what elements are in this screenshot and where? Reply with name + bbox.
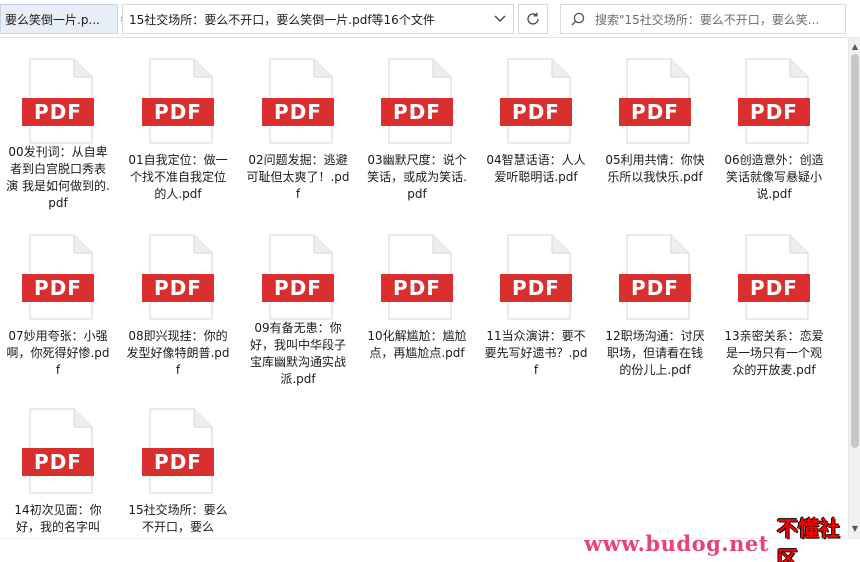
pdf-file-icon: PDF xyxy=(381,234,453,320)
file-item[interactable]: PDF 00发刊词：从自卑者到白宫脱口秀表演 我是如何做到的.pdf xyxy=(6,40,110,212)
address-path: 15社交场所：要么不开口，要么笑倒一片.pdf等16个文件 xyxy=(129,12,435,27)
pdf-badge: PDF xyxy=(381,274,453,302)
file-name: 10化解尴尬：尴尬点，再尴尬点.pdf xyxy=(367,329,467,360)
pdf-file-icon: PDF xyxy=(142,408,214,494)
search-box[interactable]: 搜索"15社交场所：要么不开口，要么笑... xyxy=(560,4,846,34)
file-name: 14初次见面：你好，我的名字叫 xyxy=(14,503,102,534)
pdf-badge: PDF xyxy=(500,274,572,302)
pdf-file-icon: PDF xyxy=(738,58,810,144)
pdf-file-icon: PDF xyxy=(262,234,334,320)
file-name: 15社交场所：要么不开口，要么 xyxy=(128,503,228,534)
pdf-file-icon: PDF xyxy=(500,234,572,320)
pdf-badge: PDF xyxy=(738,274,810,302)
file-name: 05利用共情：你快乐所以我快乐.pdf xyxy=(605,153,705,184)
file-item[interactable]: PDF 10化解尴尬：尴尬点，再尴尬点.pdf xyxy=(365,216,469,388)
pdf-badge: PDF xyxy=(142,98,214,126)
search-placeholder: 搜索"15社交场所：要么不开口，要么笑... xyxy=(595,12,820,27)
vertical-scrollbar[interactable]: ▲ ▼ xyxy=(848,38,860,538)
window-tab-title: 要么笑倒一片.p... xyxy=(5,12,100,27)
address-dropdown-icon[interactable] xyxy=(486,5,513,33)
file-item[interactable]: PDF 09有备无患：你好，我叫中华段子宝库幽默沟通实战派.pdf xyxy=(246,216,350,388)
pdf-file-icon: PDF xyxy=(22,58,94,144)
watermark-name: 不懂社区 xyxy=(776,517,840,562)
pdf-file-icon: PDF xyxy=(142,58,214,144)
refresh-icon xyxy=(527,12,539,25)
file-item[interactable]: PDF 12职场沟通：讨厌职场，但请看在钱的份儿上.pdf xyxy=(603,216,707,388)
pdf-badge: PDF xyxy=(22,274,94,302)
file-name: 02问题发掘：逃避可耻但太爽了！.pdf xyxy=(246,153,350,201)
file-item[interactable]: PDF 03幽默尺度：说个笑话，或成为笑话.pdf xyxy=(365,40,469,212)
file-name: 06创造意外：创造笑话就像写悬疑小说.pdf xyxy=(724,153,824,201)
file-name: 01自我定位：做一个找不准自我定位的人.pdf xyxy=(128,153,228,201)
file-name: 07妙用夸张：小强啊，你死得好惨.pdf xyxy=(6,329,110,377)
pdf-badge: PDF xyxy=(738,98,810,126)
file-grid: PDF 00发刊词：从自卑者到白宫脱口秀表演 我是如何做到的.pdf PDF 01自我… xyxy=(0,38,848,538)
pdf-file-icon: PDF xyxy=(619,234,691,320)
file-item[interactable]: PDF 04智慧话语：人人爱听聪明话.pdf xyxy=(484,40,588,212)
file-item[interactable]: PDF 01自我定位：做一个找不准自我定位的人.pdf xyxy=(126,40,230,212)
address-bar[interactable]: 15社交场所：要么不开口，要么笑倒一片.pdf等16个文件 xyxy=(122,4,514,34)
file-item[interactable]: PDF 13亲密关系：恋爱是一场只有一个观众的开放麦.pdf xyxy=(722,216,826,388)
pdf-badge: PDF xyxy=(500,98,572,126)
pdf-file-icon: PDF xyxy=(22,408,94,494)
pdf-badge: PDF xyxy=(619,98,691,126)
file-item[interactable]: PDF 08即兴现挂：你的发型好像特朗普.pdf xyxy=(126,216,230,388)
file-name: 12职场沟通：讨厌职场，但请看在钱的份儿上.pdf xyxy=(605,329,705,377)
file-item[interactable]: PDF 15社交场所：要么不开口，要么 xyxy=(126,390,230,538)
pdf-badge: PDF xyxy=(22,448,94,476)
scroll-up-icon[interactable]: ▲ xyxy=(850,40,860,52)
site-watermark: www.budog.net 不懂社区 xyxy=(584,517,856,562)
pdf-badge: PDF xyxy=(142,448,214,476)
file-item[interactable]: PDF 14初次见面：你好，我的名字叫 xyxy=(6,390,110,538)
pdf-badge: PDF xyxy=(262,274,334,302)
file-name: 08即兴现挂：你的发型好像特朗普.pdf xyxy=(126,329,230,377)
pdf-file-icon: PDF xyxy=(142,234,214,320)
pdf-badge: PDF xyxy=(22,98,94,126)
pdf-file-icon: PDF xyxy=(500,58,572,144)
pdf-file-icon: PDF xyxy=(381,58,453,144)
pdf-file-icon: PDF xyxy=(738,234,810,320)
file-view[interactable]: PDF 00发刊词：从自卑者到白宫脱口秀表演 我是如何做到的.pdf PDF 01自我… xyxy=(0,38,848,538)
file-item[interactable]: PDF 06创造意外：创造笑话就像写悬疑小说.pdf xyxy=(722,40,826,212)
file-name: 00发刊词：从自卑者到白宫脱口秀表演 我是如何做到的.pdf xyxy=(6,145,110,210)
scroll-thumb[interactable] xyxy=(851,54,859,448)
file-item[interactable]: PDF 11当众演讲：要不要先写好遗书？.pdf xyxy=(484,216,588,388)
pdf-badge: PDF xyxy=(381,98,453,126)
title-bar: 要么笑倒一片.p... › 15社交场所：要么不开口，要么笑倒一片.pdf等16… xyxy=(0,0,860,38)
file-name: 04智慧话语：人人爱听聪明话.pdf xyxy=(486,153,586,184)
file-item[interactable]: PDF 02问题发掘：逃避可耻但太爽了！.pdf xyxy=(246,40,350,212)
pdf-badge: PDF xyxy=(619,274,691,302)
refresh-button[interactable] xyxy=(518,4,548,34)
file-item[interactable]: PDF 05利用共情：你快乐所以我快乐.pdf xyxy=(603,40,707,212)
watermark-url: www.budog.net xyxy=(584,530,769,556)
file-name: 03幽默尺度：说个笑话，或成为笑话.pdf xyxy=(367,153,467,201)
file-name: 09有备无患：你好，我叫中华段子宝库幽默沟通实战派.pdf xyxy=(249,321,346,386)
pdf-file-icon: PDF xyxy=(619,58,691,144)
pdf-file-icon: PDF xyxy=(22,234,94,320)
file-item[interactable]: PDF 07妙用夸张：小强啊，你死得好惨.pdf xyxy=(6,216,110,388)
pdf-badge: PDF xyxy=(262,98,334,126)
file-name: 13亲密关系：恋爱是一场只有一个观众的开放麦.pdf xyxy=(724,329,824,377)
pdf-file-icon: PDF xyxy=(262,58,334,144)
window-tab[interactable]: 要么笑倒一片.p... xyxy=(0,4,118,34)
file-name: 11当众演讲：要不要先写好遗书？.pdf xyxy=(484,329,588,377)
search-icon xyxy=(571,12,585,26)
pdf-badge: PDF xyxy=(142,274,214,302)
